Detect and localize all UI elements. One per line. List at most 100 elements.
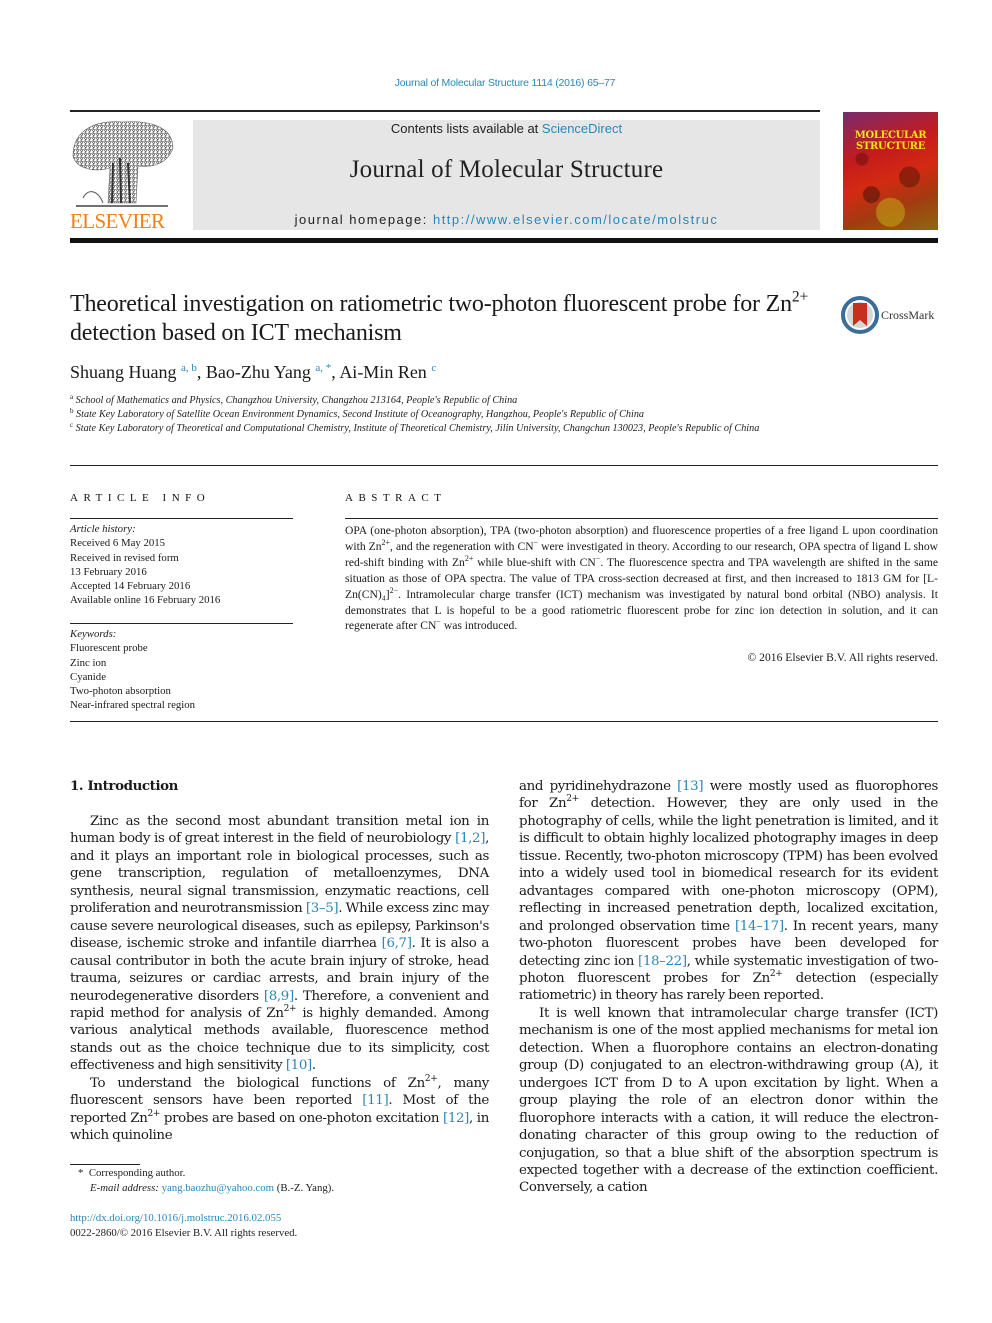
homepage-label: journal homepage:: [294, 212, 433, 227]
article-info-heading: ARTICLE INFO: [70, 492, 211, 504]
keyword-item: Zinc ion: [70, 656, 107, 669]
body-text: .: [311, 1058, 316, 1074]
keyword-item: Two-photon absorption: [70, 685, 171, 698]
abstract-text: . Intramolecular charge transfer (ICT) m…: [345, 587, 938, 633]
footnotes: * Corresponding author. E-mail address: …: [70, 1166, 334, 1196]
abstract-body: OPA (one-photon absorption), TPA (two-ph…: [345, 523, 938, 634]
author-name[interactable]: Bao-Zhu Yang: [206, 362, 311, 382]
author-affiliation-marker[interactable]: c: [431, 362, 436, 374]
author-name[interactable]: Shuang Huang: [70, 362, 177, 382]
title-part2: detection based on ICT mechanism: [70, 320, 402, 346]
citation-link[interactable]: [10]: [286, 1058, 312, 1073]
cover-title-line2: STRUCTURE: [855, 141, 926, 152]
affiliation-text: State Key Laboratory of Satellite Ocean …: [76, 409, 645, 420]
citation-link[interactable]: [1,2]: [455, 831, 485, 846]
citation-link[interactable]: [13]: [677, 779, 703, 794]
author-affiliation-marker[interactable]: a, b: [181, 362, 197, 374]
affiliation-list: a School of Mathematics and Physics, Cha…: [70, 394, 830, 436]
header-thick-rule: [70, 238, 938, 243]
affiliation-key: c: [70, 421, 74, 429]
divider: [70, 721, 938, 722]
journal-citation-link[interactable]: Journal of Molecular Structure 1114 (201…: [0, 77, 992, 89]
email-label: E-mail address:: [90, 1182, 159, 1194]
affiliation-item: c State Key Laboratory of Theoretical an…: [70, 422, 830, 436]
body-paragraph: and pyridinehydrazone [13] were mostly u…: [519, 778, 938, 1005]
corresponding-author-note: * Corresponding author.: [70, 1166, 334, 1181]
history-item: Received in revised form: [70, 551, 179, 564]
citation-link[interactable]: [3–5]: [306, 901, 339, 916]
crossmark-icon: [841, 296, 879, 334]
superscript: 2+: [769, 968, 783, 979]
history-item: Received 6 May 2015: [70, 537, 166, 550]
journal-homepage-line: journal homepage: http://www.elsevier.co…: [193, 212, 820, 227]
superscript: 2+: [147, 1108, 161, 1119]
superscript: 2+: [566, 794, 579, 805]
citation-link[interactable]: [8,9]: [264, 989, 294, 1004]
affiliation-key: a: [70, 393, 74, 401]
contents-prefix: Contents lists available at: [390, 121, 542, 136]
footnote-rule: [70, 1164, 140, 1165]
body-paragraph: Zinc as the second most abundant transit…: [70, 813, 489, 1075]
body-text: It is well known that intramolecular cha…: [519, 1005, 938, 1196]
keywords-label: Keywords:: [70, 628, 117, 640]
email-suffix: (B.-Z. Yang).: [274, 1182, 335, 1194]
abstract-text: , and the regeneration with CN: [390, 539, 534, 553]
journal-cover-image[interactable]: MOLECULAR STRUCTURE: [843, 112, 938, 230]
superscript: 2+: [381, 537, 391, 547]
affiliation-item: b State Key Laboratory of Satellite Ocea…: [70, 408, 830, 422]
superscript: 2−: [389, 585, 399, 595]
divider: [345, 518, 938, 519]
body-paragraph: It is well known that intramolecular cha…: [519, 1005, 938, 1197]
divider: [70, 518, 293, 519]
body-text: Zinc as the second most abundant transit…: [70, 814, 489, 847]
body-column-right: and pyridinehydrazone [13] were mostly u…: [519, 778, 938, 1197]
author-name[interactable]: Ai-Min Ren: [339, 362, 427, 382]
contents-line: Contents lists available at ScienceDirec…: [193, 121, 820, 136]
body-text: detection. However, they are only used i…: [519, 796, 938, 934]
divider: [70, 465, 938, 466]
article-history: Article history: Received 6 May 2015 Rec…: [70, 522, 220, 608]
keyword-item: Cyanide: [70, 670, 106, 683]
crossmark-button[interactable]: CrossMark: [841, 296, 941, 336]
cover-title: MOLECULAR STRUCTURE: [843, 130, 938, 152]
homepage-link[interactable]: http://www.elsevier.com/locate/molstruc: [433, 212, 718, 227]
citation-link[interactable]: [6,7]: [382, 936, 412, 951]
citation-link[interactable]: [14–17]: [735, 919, 784, 934]
author-list: Shuang Huang a, b, Bao-Zhu Yang a, *, Ai…: [70, 362, 436, 383]
doi-block: http://dx.doi.org/10.1016/j.molstruc.201…: [70, 1211, 297, 1241]
section-heading-introduction: 1. Introduction: [70, 778, 179, 794]
top-rule: [70, 110, 820, 112]
history-item: 13 February 2016: [70, 565, 147, 578]
abstract-text: was introduced.: [440, 619, 518, 633]
history-item: Accepted 14 February 2016: [70, 580, 191, 593]
affiliation-key: b: [70, 407, 74, 415]
affiliation-text: School of Mathematics and Physics, Chang…: [75, 395, 518, 406]
elsevier-tree-icon: [72, 121, 174, 207]
body-column-left: Zinc as the second most abundant transit…: [70, 813, 489, 1145]
body-text: and pyridinehydrazone: [519, 779, 678, 794]
affiliation-item: a School of Mathematics and Physics, Cha…: [70, 394, 830, 408]
citation-link[interactable]: [18–22]: [638, 954, 687, 969]
citation-link[interactable]: [11]: [362, 1093, 388, 1108]
body-text: probes are based on one-photon excitatio…: [160, 1110, 443, 1126]
cover-title-line1: MOLECULAR: [854, 130, 927, 141]
author-affiliation-marker[interactable]: a, *: [315, 362, 331, 374]
keyword-item: Fluorescent probe: [70, 642, 148, 655]
issn-copyright: 0022-2860/© 2016 Elsevier B.V. All right…: [70, 1227, 298, 1239]
abstract-text: while blue-shift with CN: [473, 555, 596, 569]
article-title: Theoretical investigation on ratiometric…: [70, 289, 830, 348]
corresponding-marker: *: [78, 1167, 84, 1179]
keyword-item: Near-infrared spectral region: [70, 699, 196, 712]
email-link[interactable]: yang.baozhu@yahoo.com: [162, 1182, 274, 1194]
elsevier-wordmark: ELSEVIER: [70, 209, 165, 233]
citation-link[interactable]: [12]: [443, 1111, 469, 1126]
superscript: 2+: [283, 1003, 297, 1014]
history-item: Available online 16 February 2016: [70, 594, 221, 607]
abstract-copyright: © 2016 Elsevier B.V. All rights reserved…: [747, 651, 938, 664]
doi-link[interactable]: http://dx.doi.org/10.1016/j.molstruc.201…: [70, 1211, 297, 1226]
journal-name: Journal of Molecular Structure: [349, 156, 664, 183]
history-label: Article history:: [70, 523, 136, 535]
body-paragraph: To understand the biological functions o…: [70, 1074, 489, 1145]
email-note: E-mail address: yang.baozhu@yahoo.com (B…: [70, 1181, 334, 1196]
sciencedirect-link[interactable]: ScienceDirect: [542, 121, 622, 136]
